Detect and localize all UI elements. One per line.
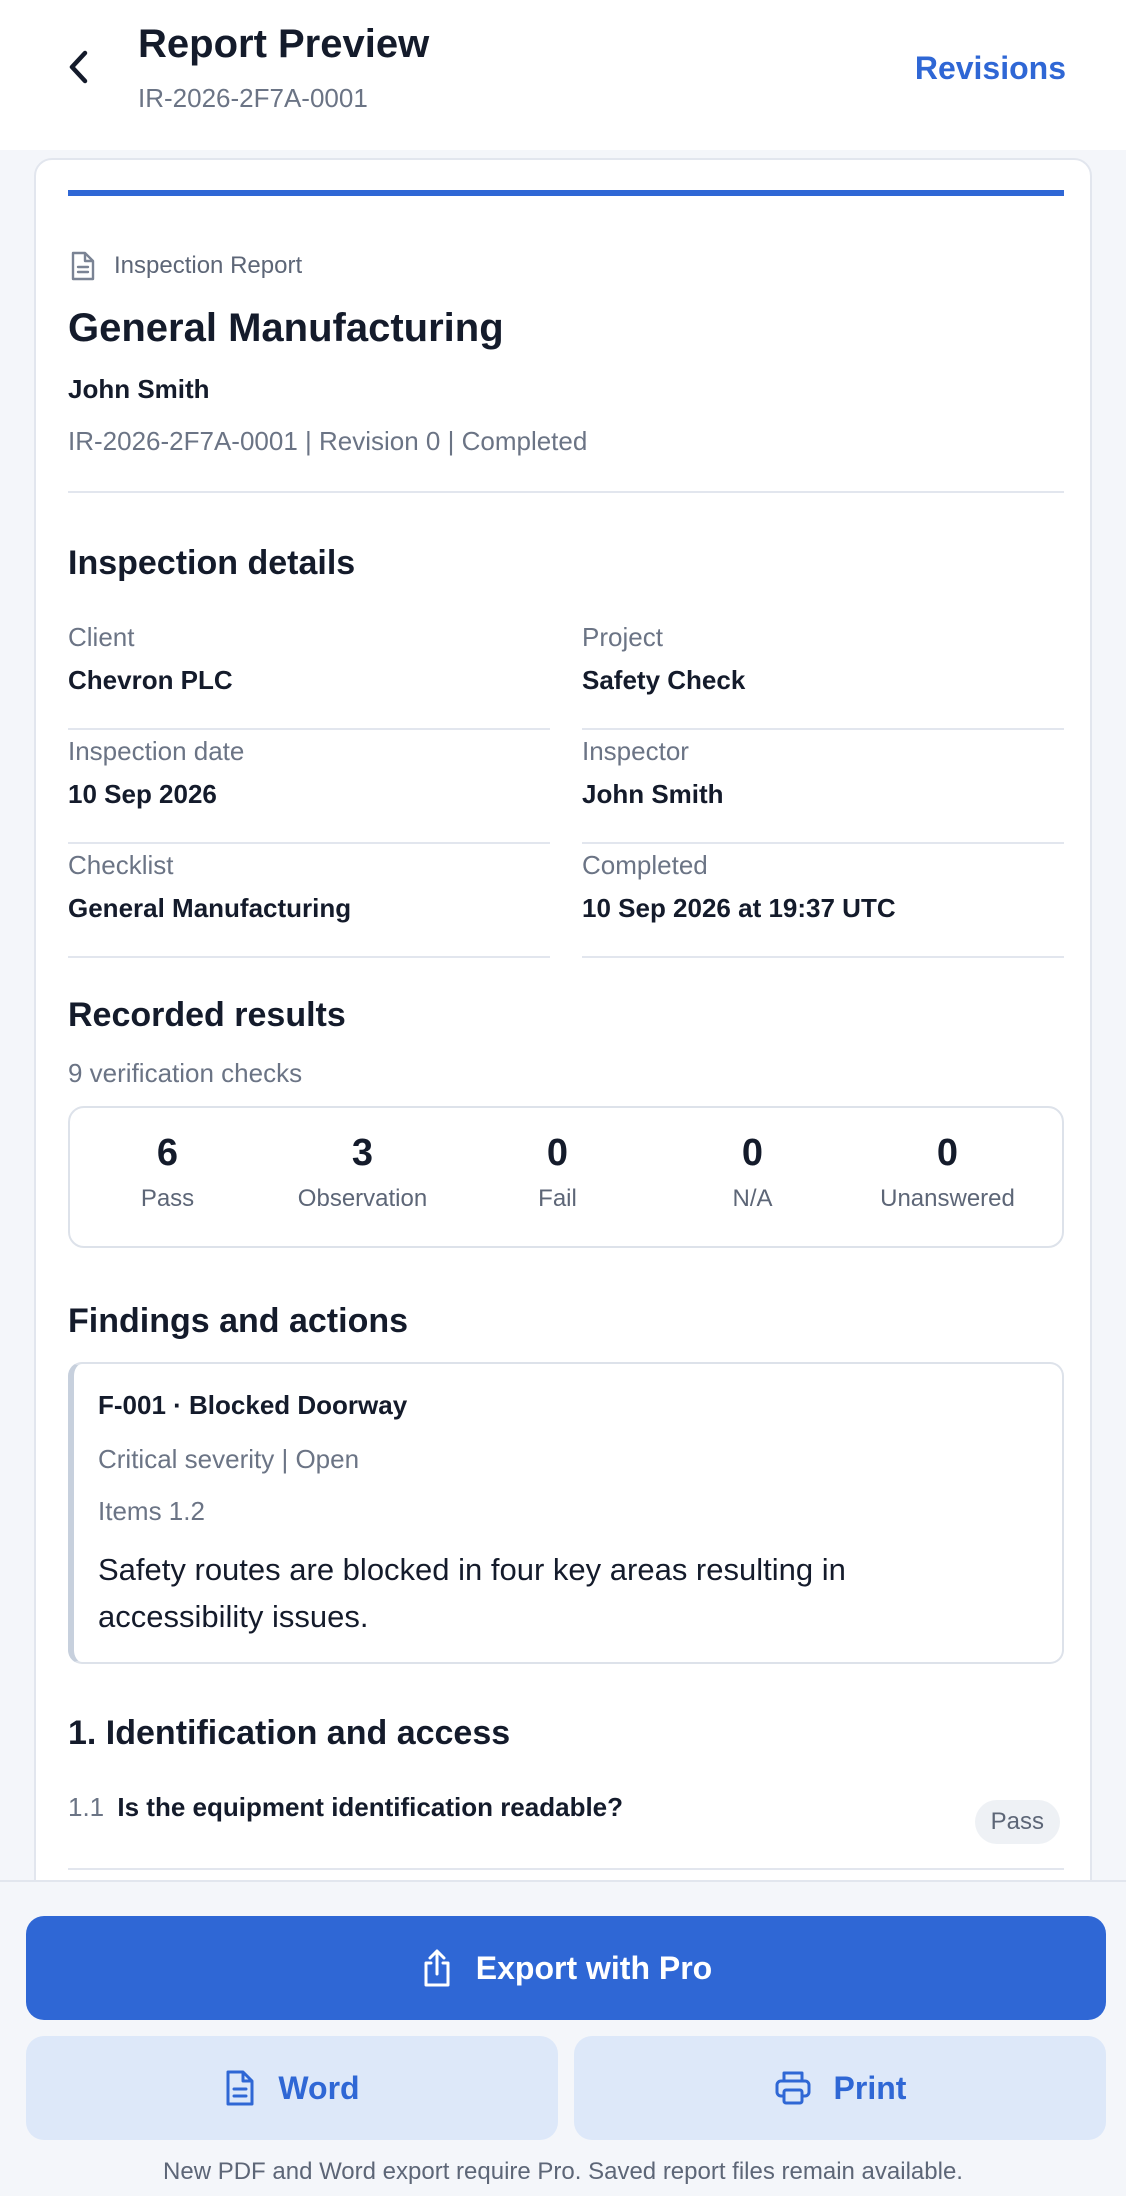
- app-header: Report Preview IR-2026-2F7A-0001 Revisio…: [0, 0, 1126, 150]
- question-row: 1.1 Is the equipment identification read…: [68, 1792, 623, 1823]
- stat-label: Observation: [297, 1185, 428, 1212]
- results-summary: 6 Pass 3 Observation 0 Fail 0 N/A 0 Unan…: [68, 1106, 1064, 1248]
- stat-label: Pass: [140, 1185, 195, 1212]
- stat-unanswered: 0 Unanswered: [850, 1132, 1045, 1213]
- export-pro-label: Export with Pro: [475, 1949, 713, 1986]
- finding-severity: Critical severity | Open: [98, 1444, 360, 1474]
- stat-value: 0: [741, 1132, 764, 1174]
- field-client: Client Chevron PLC: [68, 622, 550, 730]
- export-pro-button[interactable]: Export with Pro: [26, 1916, 1106, 2020]
- report-meta: IR-2026-2F7A-0001 | Revision 0 | Complet…: [68, 426, 588, 456]
- print-label: Print: [833, 2069, 907, 2106]
- field-label: Completed: [582, 850, 708, 880]
- details-heading: Inspection details: [68, 544, 356, 582]
- stat-label: Fail: [538, 1185, 577, 1212]
- divider: [68, 491, 1064, 493]
- finding-description: Safety routes are blocked in four key ar…: [98, 1552, 846, 1634]
- word-label: Word: [278, 2069, 360, 2106]
- field-value: Safety Check: [582, 665, 746, 695]
- print-button[interactable]: Print: [574, 2036, 1106, 2140]
- stat-label: N/A: [732, 1185, 773, 1212]
- word-button[interactable]: Word: [26, 2036, 558, 2140]
- results-subtitle: 9 verification checks: [68, 1058, 303, 1088]
- stat-value: 0: [936, 1132, 959, 1174]
- back-button[interactable]: [56, 44, 102, 90]
- field-value: John Smith: [582, 779, 724, 809]
- field-label: Project: [582, 622, 663, 652]
- export-footnote: New PDF and Word export require Pro. Sav…: [163, 2158, 963, 2185]
- page-subtitle: IR-2026-2F7A-0001: [138, 83, 368, 113]
- field-inspector: Inspector John Smith: [582, 736, 1064, 844]
- field-label: Inspector: [582, 736, 689, 766]
- stat-observation: 3 Observation: [265, 1132, 460, 1213]
- report-card: Inspection Report General Manufacturing …: [34, 158, 1092, 1898]
- field-value: 10 Sep 2026: [68, 779, 217, 809]
- stat-value: 6: [156, 1132, 179, 1174]
- finding-card[interactable]: F-001 · Blocked Doorway Critical severit…: [68, 1362, 1064, 1664]
- stat-pass: 6 Pass: [70, 1132, 265, 1213]
- question-number: 1.1: [68, 1792, 105, 1822]
- field-label: Checklist: [68, 850, 174, 880]
- action-bar: Export with Pro Word Print New PDF and W…: [0, 1880, 1126, 2196]
- section-heading: 1. Identification and access: [68, 1714, 511, 1752]
- field-checklist: Checklist General Manufacturing: [68, 850, 550, 958]
- divider: [68, 1868, 1064, 1870]
- field-completed: Completed 10 Sep 2026 at 19:37 UTC: [582, 850, 1064, 958]
- findings-heading: Findings and actions: [68, 1302, 409, 1340]
- report-author: John Smith: [68, 374, 210, 404]
- field-inspection-date: Inspection date 10 Sep 2026: [68, 736, 550, 844]
- results-heading: Recorded results: [68, 996, 346, 1034]
- report-type: Inspection Report: [70, 250, 302, 282]
- finding-title: F-001 · Blocked Doorway: [98, 1390, 408, 1420]
- report-type-label: Inspection Report: [114, 252, 303, 279]
- field-label: Inspection date: [68, 736, 245, 766]
- field-value: General Manufacturing: [68, 893, 352, 923]
- stat-fail: 0 Fail: [460, 1132, 655, 1213]
- report-title: General Manufacturing: [68, 306, 504, 350]
- stat-value: 3: [351, 1132, 374, 1174]
- page-title: Report Preview: [138, 22, 430, 66]
- share-upload-icon: [424, 1949, 450, 1987]
- chevron-left-icon: [69, 50, 88, 84]
- stat-value: 0: [546, 1132, 569, 1174]
- document-icon: [71, 251, 95, 281]
- field-value: Chevron PLC: [68, 665, 233, 695]
- stat-na: 0 N/A: [655, 1132, 850, 1213]
- accent-bar: [68, 190, 1064, 196]
- field-value: 10 Sep 2026 at 19:37 UTC: [582, 893, 896, 923]
- field-project: Project Safety Check: [582, 622, 1064, 730]
- document-icon: [226, 2070, 254, 2106]
- revisions-link[interactable]: Revisions: [915, 50, 1066, 87]
- finding-items: Items 1.2: [98, 1496, 205, 1526]
- field-label: Client: [68, 622, 135, 652]
- stat-label: Unanswered: [880, 1185, 1015, 1212]
- printer-icon: [775, 2071, 811, 2105]
- question-text: Is the equipment identification readable…: [117, 1792, 624, 1822]
- status-badge: Pass: [974, 1800, 1060, 1844]
